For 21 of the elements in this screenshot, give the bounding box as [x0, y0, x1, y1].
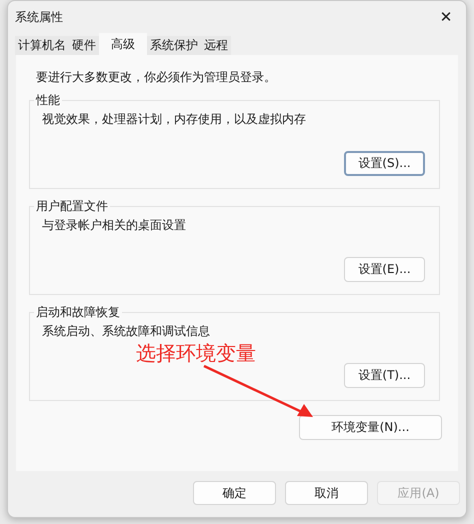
dialog-button[interactable]: 确定 [193, 481, 276, 505]
annotation-text: 选择环境变量 [136, 340, 256, 367]
group-description: 视觉效果，处理器计划，内存使用，以及虚拟内存 [42, 111, 307, 128]
dialog-button[interactable]: 取消 [285, 481, 368, 505]
group-title: 启动和故障恢复 [34, 304, 122, 321]
tab[interactable]: 硬件 [69, 36, 99, 55]
settings-button[interactable]: 设置(E)... [344, 257, 425, 282]
settings-button[interactable]: 设置(T)... [344, 363, 425, 388]
window-title: 系统属性 [15, 8, 63, 26]
group-title: 性能 [34, 92, 62, 109]
settings-button[interactable]: 设置(S)... [344, 151, 425, 176]
tab[interactable]: 高级 [99, 33, 147, 55]
group-description: 与登录帐户相关的桌面设置 [42, 217, 187, 234]
notice-text: 要进行大多数更改，你必须作为管理员登录。 [36, 69, 277, 86]
group-title: 用户配置文件 [34, 198, 110, 215]
tab[interactable]: 计算机名 [15, 36, 69, 55]
close-button[interactable]: ✕ [434, 8, 458, 26]
tab[interactable]: 系统保护 [147, 36, 201, 55]
tab[interactable]: 远程 [201, 36, 231, 55]
group-description: 系统启动、系统故障和调试信息 [42, 323, 211, 340]
environment-variables-button[interactable]: 环境变量(N)... [299, 415, 442, 440]
